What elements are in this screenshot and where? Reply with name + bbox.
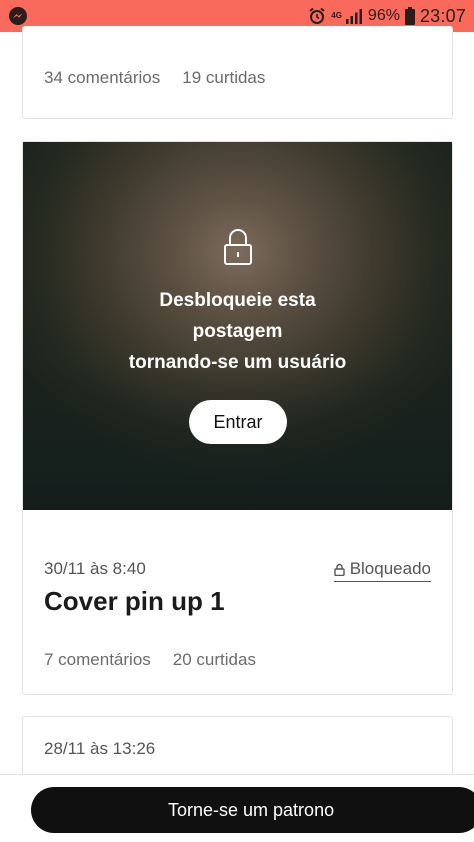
likes-count[interactable]: 20 curtidas — [173, 650, 256, 670]
network-label: 4G — [331, 10, 342, 20]
battery-icon — [404, 7, 415, 25]
signal-icon — [345, 9, 362, 24]
locked-preview: Desbloqueie esta postagem tornando-se um… — [23, 142, 452, 510]
become-patron-button[interactable]: Torne-se um patrono — [31, 787, 474, 833]
locked-post-card[interactable]: Desbloqueie esta postagem tornando-se um… — [22, 141, 453, 695]
comments-count[interactable]: 34 comentários — [44, 68, 160, 88]
battery-percent: 96% — [367, 7, 400, 24]
comments-count[interactable]: 7 comentários — [44, 650, 151, 670]
post-date: 28/11 às 13:26 — [44, 739, 156, 758]
post-stats: 34 comentários 19 curtidas — [44, 68, 265, 88]
enter-button[interactable]: Entrar — [189, 400, 287, 444]
bottom-bar: Torne-se um patrono — [0, 774, 474, 842]
locked-label: Bloqueado — [349, 559, 431, 578]
locked-badge[interactable]: Bloqueado — [333, 559, 431, 582]
unlock-message: Desbloqueie esta postagem tornando-se um… — [128, 290, 347, 373]
post-feed[interactable]: 34 comentários 19 curtidas Desbloqueie e… — [0, 26, 474, 842]
lock-icon — [224, 229, 252, 265]
post-card[interactable]: 34 comentários 19 curtidas — [22, 26, 453, 119]
clock: 23:07 — [419, 5, 466, 26]
alarm-icon — [309, 7, 325, 24]
post-stats: 7 comentários 20 curtidas — [44, 650, 256, 670]
post-title[interactable]: Cover pin up 1 — [44, 586, 225, 617]
likes-count[interactable]: 19 curtidas — [182, 68, 265, 88]
messenger-icon — [9, 7, 27, 25]
lock-icon — [333, 563, 345, 576]
post-date: 30/11 às 8:40 — [44, 559, 146, 578]
